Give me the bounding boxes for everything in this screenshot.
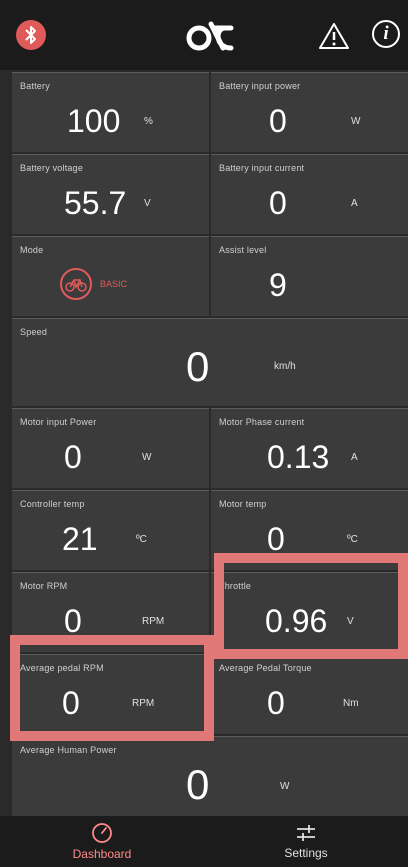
warning-icon[interactable] (318, 22, 350, 50)
tile-motor-phase-current: Motor Phase current 0.13 A (211, 408, 408, 488)
tile-label: Throttle (219, 581, 252, 591)
nav-settings-label: Settings (284, 846, 328, 860)
tile-average-pedal-rpm: Average pedal RPM 0 RPM (12, 654, 209, 734)
tile-battery-voltage: Battery voltage 55.7 V (12, 154, 209, 234)
sliders-icon (297, 825, 315, 841)
info-icon[interactable]: i (372, 20, 400, 48)
tile-label: Battery voltage (20, 163, 84, 173)
tile-unit: RPM (132, 698, 155, 709)
tile-motor-temp: Motor temp 0 ºC (211, 490, 408, 570)
tile-label: Battery (20, 81, 50, 91)
tile-value: 100 (67, 103, 121, 139)
tile-motor-rpm: Motor RPM 0 RPM (12, 572, 209, 652)
speedometer-icon (92, 823, 112, 843)
tile-unit: W (280, 781, 290, 792)
tile-unit: V (144, 198, 151, 209)
tile-unit: % (144, 116, 153, 127)
tile-value: 0 (269, 103, 287, 139)
tile-motor-power: Motor input Power 0 W (12, 408, 209, 488)
tile-unit: ºC (347, 534, 358, 545)
tile-label: Mode (20, 245, 44, 255)
tile-unit: V (347, 616, 354, 627)
nav-settings[interactable]: Settings (204, 816, 408, 867)
tile-label: Controller temp (20, 499, 85, 509)
tile-value: 0 (186, 761, 210, 808)
mode-value: BASIC (100, 279, 128, 289)
tile-label: Motor temp (219, 499, 267, 509)
bottom-nav: Dashboard Settings (0, 816, 408, 867)
tile-label: Average Pedal Torque (219, 663, 312, 673)
tile-average-human-power: Average Human Power 0 W (12, 736, 408, 824)
tile-unit: ºC (136, 534, 147, 545)
tile-value: 0 (269, 185, 287, 221)
tile-unit: km/h (274, 361, 296, 372)
tile-label: Motor input Power (20, 417, 97, 427)
tile-value: 0 (186, 343, 210, 390)
tile-unit: W (351, 116, 361, 127)
tile-assist-level: Assist level 9 (211, 236, 408, 316)
tile-value: 55.7 (64, 185, 127, 221)
tile-label: Battery input power (219, 81, 301, 91)
bluetooth-icon[interactable] (16, 20, 46, 50)
app-logo (186, 21, 234, 51)
tile-mode[interactable]: Mode BASIC (12, 236, 209, 316)
tile-value: 0 (267, 521, 285, 557)
nav-dashboard[interactable]: Dashboard (0, 816, 204, 867)
tile-value: 0 (64, 603, 82, 639)
tile-label: Motor Phase current (219, 417, 305, 427)
tile-label: Battery input current (219, 163, 305, 173)
tile-battery-power: Battery input power 0 W (211, 72, 408, 152)
tile-unit: A (351, 198, 358, 209)
tile-label: Average pedal RPM (20, 663, 104, 673)
tile-label: Motor RPM (20, 581, 68, 591)
tile-unit: Nm (343, 698, 359, 709)
tile-controller-temp: Controller temp 21 ºC (12, 490, 209, 570)
tile-unit: W (142, 452, 152, 463)
nav-dashboard-label: Dashboard (72, 847, 132, 861)
tile-battery: Battery 100 % (12, 72, 209, 152)
tile-value: 0 (267, 685, 285, 721)
dashboard-grid: Battery 100 % Battery input power 0 W Ba… (12, 72, 408, 824)
tile-value: 0 (64, 439, 82, 475)
tile-speed: Speed 0 km/h (12, 318, 408, 406)
tile-value: 0.13 (267, 439, 330, 475)
tile-value: 9 (269, 267, 287, 303)
tile-value: 21 (62, 521, 98, 557)
tile-unit: RPM (142, 616, 165, 627)
tile-value: 0 (62, 685, 80, 721)
top-bar: i (0, 0, 408, 70)
bike-icon (60, 268, 92, 300)
tile-label: Average Human Power (20, 745, 117, 755)
tile-throttle: Throttle 0.96 V (211, 572, 408, 652)
tile-label: Speed (20, 327, 48, 337)
tile-label: Assist level (219, 245, 267, 255)
tile-average-pedal-torque: Average Pedal Torque 0 Nm (211, 654, 408, 734)
tile-value: 0.96 (265, 603, 328, 639)
tile-unit: A (351, 452, 358, 463)
tile-battery-current: Battery input current 0 A (211, 154, 408, 234)
